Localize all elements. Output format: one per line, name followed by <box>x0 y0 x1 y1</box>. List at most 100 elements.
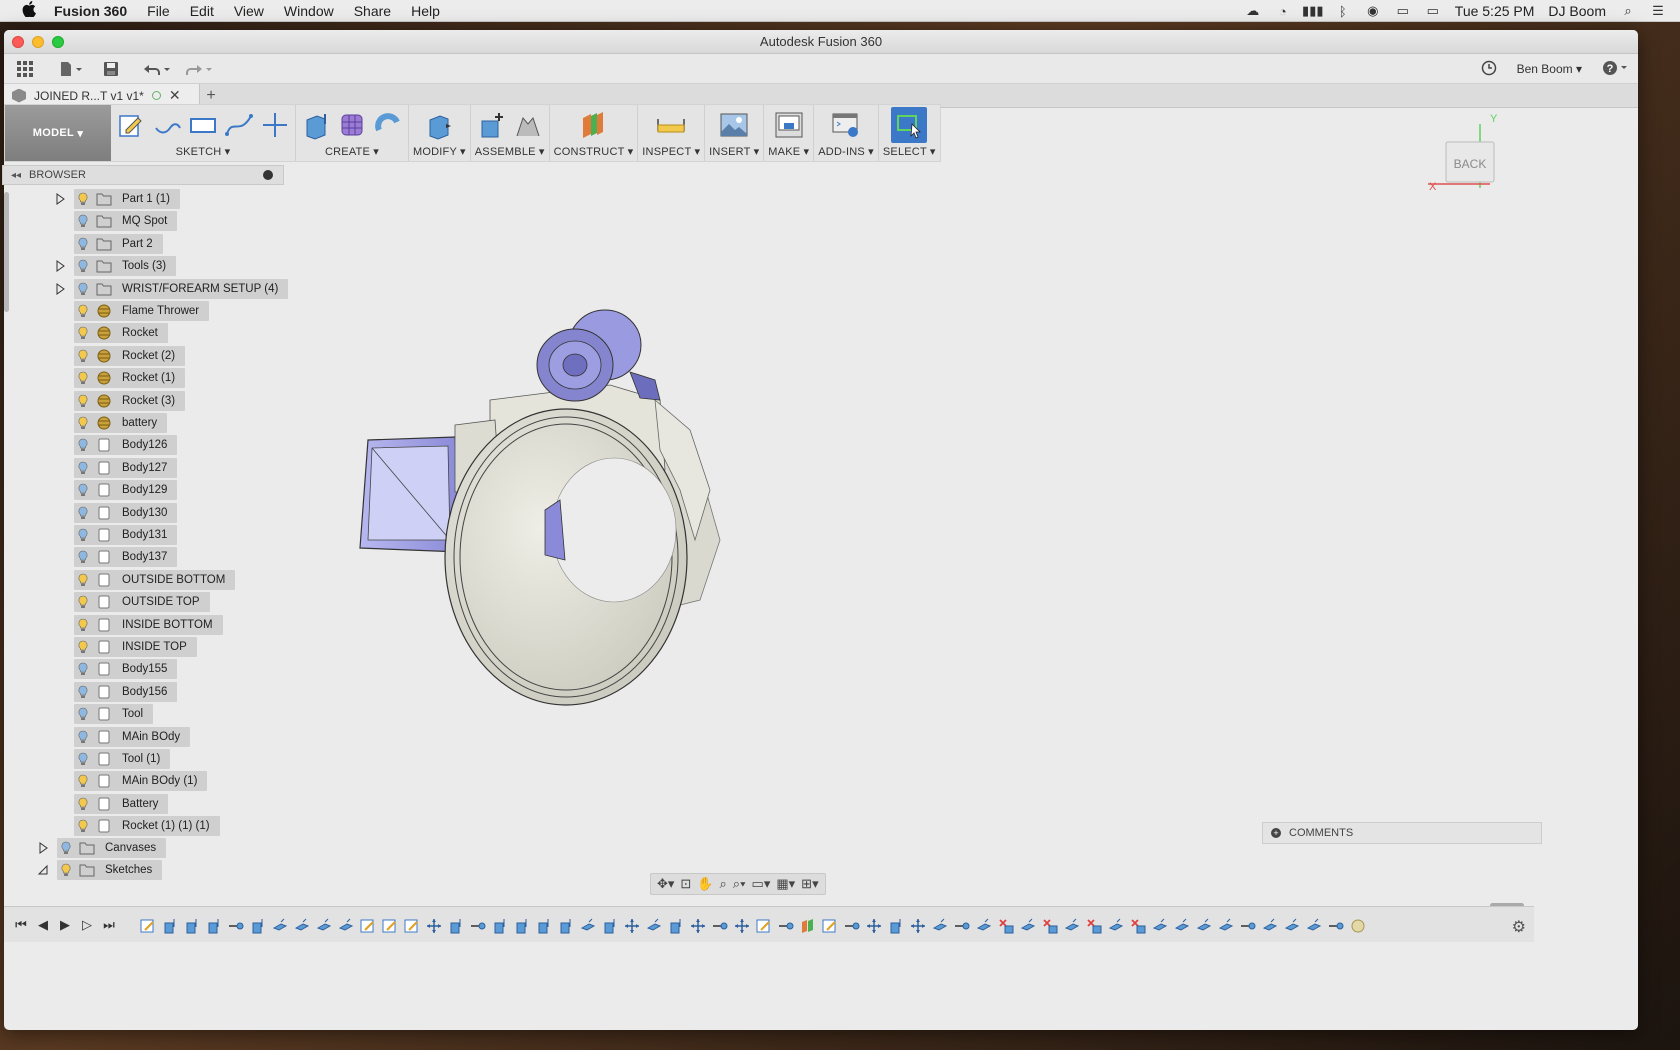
browser-tree-row[interactable]: Tool <box>74 704 154 725</box>
sweep-icon[interactable] <box>372 109 404 141</box>
timeline-joint-icon[interactable] <box>844 918 860 934</box>
timeline-joint-icon[interactable] <box>1240 918 1256 934</box>
expand-arrow-icon[interactable] <box>54 282 66 295</box>
browser-item[interactable]: Part 2 <box>74 233 163 254</box>
visibility-bulb-icon[interactable] <box>74 391 92 411</box>
browser-item[interactable]: Part 1 (1) <box>74 189 180 209</box>
pan-hand-icon[interactable]: ✋ <box>697 876 713 892</box>
visibility-bulb-icon[interactable] <box>74 279 92 299</box>
visibility-bulb-icon[interactable] <box>74 816 92 836</box>
timeline-sketch-icon[interactable] <box>822 918 838 934</box>
attached-canvas-icon[interactable] <box>718 109 750 141</box>
visibility-bulb-icon[interactable] <box>74 749 92 769</box>
battery-icon[interactable]: ▭ <box>1425 3 1441 18</box>
visibility-bulb-icon[interactable] <box>74 547 92 567</box>
timeline-extrude-icon[interactable] <box>536 918 552 934</box>
timeline-joint-icon[interactable] <box>954 918 970 934</box>
timeline-move-pan-icon[interactable] <box>624 918 640 934</box>
visibility-bulb-icon[interactable] <box>74 637 92 657</box>
timeline-move-icon[interactable] <box>580 918 596 934</box>
expand-arrow-icon[interactable] <box>54 260 66 273</box>
browser-root-item[interactable]: Sketches <box>57 860 163 881</box>
browser-tree-row[interactable]: Body156 <box>74 681 178 702</box>
create-sketch-icon[interactable] <box>115 109 147 141</box>
help-icon[interactable]: ? <box>1602 60 1630 79</box>
display-settings-icon[interactable]: ▭▾ <box>752 876 771 892</box>
browser-tree-row[interactable]: Tool (1) <box>74 749 171 769</box>
scripts-and-add-ins-icon[interactable] <box>830 109 862 141</box>
visibility-bulb-icon[interactable] <box>74 771 92 791</box>
browser-item[interactable]: Rocket (2) <box>74 345 186 366</box>
visibility-bulb-icon[interactable] <box>74 368 92 388</box>
timeline-extrude-icon[interactable] <box>184 918 200 934</box>
timeline-move-icon[interactable] <box>1064 918 1080 934</box>
browser-item[interactable]: Flame Thrower <box>74 301 210 321</box>
browser-item[interactable]: Tool (1) <box>74 749 171 769</box>
press-pull-icon[interactable] <box>423 109 455 141</box>
browser-tree-row[interactable]: MQ Spot <box>74 211 178 232</box>
timeline-move-pan-icon[interactable] <box>910 918 926 934</box>
visibility-bulb-icon[interactable] <box>74 189 92 209</box>
visibility-bulb-icon[interactable] <box>74 525 92 545</box>
menu-file[interactable]: File <box>147 3 170 19</box>
browser-item[interactable]: Tool <box>74 704 154 725</box>
offset-plane-icon[interactable] <box>577 109 609 141</box>
menubar-user[interactable]: DJ Boom <box>1548 3 1606 19</box>
browser-tree-row[interactable]: OUTSIDE TOP <box>74 592 210 613</box>
viewports-icon[interactable]: ⊞▾ <box>801 876 818 892</box>
measure-icon[interactable] <box>655 109 687 141</box>
browser-item[interactable]: Rocket (1) (1) (1) <box>74 816 220 837</box>
browser-item[interactable]: Body156 <box>74 681 178 702</box>
add-comment-icon[interactable]: + <box>1271 828 1281 838</box>
timeline-move-icon[interactable] <box>1306 918 1322 934</box>
visibility-bulb-icon[interactable] <box>74 413 92 433</box>
timeline-move-icon[interactable] <box>1262 918 1278 934</box>
save-icon[interactable] <box>100 58 122 80</box>
comments-panel[interactable]: + COMMENTS <box>1262 822 1542 844</box>
visibility-bulb-icon[interactable] <box>57 860 75 880</box>
timeline-joint-icon[interactable] <box>778 918 794 934</box>
timeline-move-icon[interactable] <box>1284 918 1300 934</box>
timeline-extrude-icon[interactable] <box>492 918 508 934</box>
spotlight-search-icon[interactable]: ⌕ <box>1620 3 1636 18</box>
browser-item[interactable]: Body130 <box>74 502 178 523</box>
expand-arrow-icon[interactable] <box>54 193 66 205</box>
timeline-move-icon[interactable] <box>1218 918 1234 934</box>
browser-item[interactable]: INSIDE TOP <box>74 637 197 657</box>
timeline-extrude-icon[interactable] <box>514 918 530 934</box>
browser-item[interactable]: MAin BOdy <box>74 726 191 747</box>
visibility-bulb-icon[interactable] <box>74 794 92 814</box>
form-icon[interactable] <box>336 109 368 141</box>
browser-tree-row[interactable]: Rocket (3) <box>74 390 186 411</box>
browser-tree-row[interactable]: INSIDE BOTTOM <box>74 614 223 635</box>
timeline-sketch-icon[interactable] <box>360 918 376 934</box>
timeline-extrude-icon[interactable] <box>558 918 574 934</box>
browser-item[interactable]: Rocket (3) <box>74 390 186 411</box>
timeline-suppressed-feature-icon[interactable] <box>1042 918 1058 934</box>
timeline-joint-icon[interactable] <box>712 918 728 934</box>
timeline-sketch-icon[interactable] <box>756 918 772 934</box>
visibility-bulb-icon[interactable] <box>74 346 92 366</box>
rectangle-icon[interactable] <box>187 109 219 141</box>
browser-tree-row[interactable]: Body130 <box>74 502 178 523</box>
timeline-move-pan-icon[interactable] <box>690 918 706 934</box>
bluetooth-icon[interactable]: ᛒ <box>1335 4 1351 19</box>
look-at-icon[interactable]: ⊡ <box>680 876 691 892</box>
visibility-bulb-icon[interactable] <box>74 234 92 254</box>
timeline-extrude-icon[interactable] <box>162 918 178 934</box>
menubar-clock[interactable]: Tue 5:25 PM <box>1455 3 1535 19</box>
new-component-icon[interactable] <box>476 109 508 141</box>
browser-item[interactable]: battery <box>74 413 168 433</box>
visibility-bulb-icon[interactable] <box>74 704 92 724</box>
timeline-move-icon[interactable] <box>272 918 288 934</box>
timeline-extrude-icon[interactable] <box>668 918 684 934</box>
menu-app-name[interactable]: Fusion 360 <box>54 3 127 19</box>
browser-item[interactable]: Rocket <box>74 323 168 344</box>
expand-arrow-icon[interactable] <box>37 864 49 876</box>
browser-tree-row[interactable]: Body137 <box>74 547 178 568</box>
point-icon[interactable] <box>259 109 291 141</box>
timeline-start-icon[interactable]: ⏮ <box>10 917 32 933</box>
visibility-bulb-icon[interactable] <box>74 659 92 679</box>
visibility-bulb-icon[interactable] <box>74 211 92 231</box>
zoom-icon[interactable]: ⌕ <box>720 876 727 892</box>
